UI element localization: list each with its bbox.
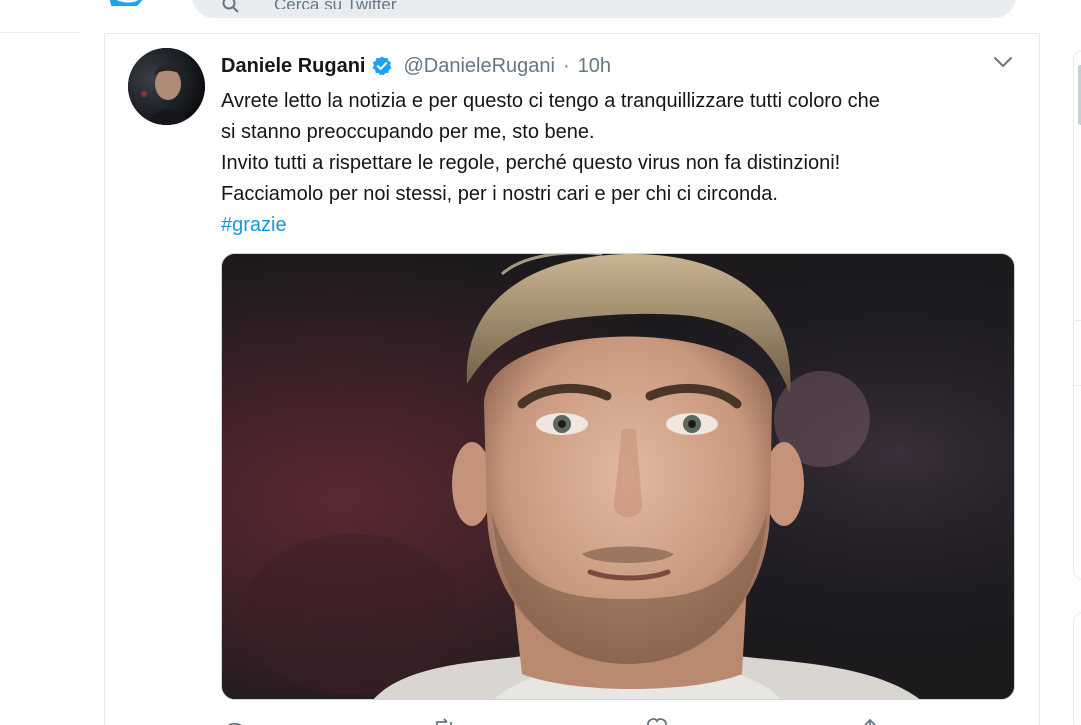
sidebar-card	[1073, 50, 1081, 580]
avatar[interactable]	[128, 48, 205, 125]
tweet-text: Avrete letto la notizia e per questo ci …	[221, 86, 1021, 241]
share-icon[interactable]	[859, 718, 881, 725]
tweet-header: Daniele Rugani @DanieleRugani · 10h	[221, 53, 611, 79]
tweet-text-line: Facciamolo per noi stessi, per i nostri …	[221, 183, 778, 205]
divider	[1073, 320, 1081, 321]
verified-badge-icon	[373, 56, 392, 76]
chevron-down-icon[interactable]	[992, 54, 1014, 70]
search-bar[interactable]: Cerca su Twitter	[192, 0, 1016, 18]
author-name[interactable]: Daniele Rugani	[221, 55, 365, 78]
twitter-timeline-page: Cerca su Twitter Daniele Rugani	[0, 0, 1081, 725]
player-portrait-image	[222, 254, 1014, 699]
tweet-text-line: si stanno preoccupando per me, sto bene.	[221, 121, 595, 143]
retweet-icon[interactable]	[433, 718, 455, 725]
search-placeholder: Cerca su Twitter	[274, 0, 397, 9]
tweet-photo[interactable]	[221, 253, 1015, 700]
like-icon[interactable]	[646, 718, 668, 725]
search-icon	[222, 0, 239, 13]
divider	[1073, 385, 1081, 386]
tweet-text-line: Avrete letto la notizia e per questo ci …	[221, 90, 880, 112]
divider	[0, 32, 80, 33]
tweet-actions	[221, 712, 921, 725]
tweet-text-line: Invito tutti a rispettare le regole, per…	[221, 152, 841, 174]
reply-icon[interactable]	[223, 718, 245, 725]
author-handle[interactable]: @DanieleRugani	[403, 55, 555, 78]
twitter-logo-icon[interactable]	[104, 0, 148, 6]
tweet-timestamp[interactable]: 10h	[578, 55, 611, 78]
avatar-image	[128, 48, 205, 125]
separator: ·	[563, 54, 570, 77]
sidebar-card	[1073, 612, 1081, 725]
hashtag-link[interactable]: #grazie	[221, 214, 287, 236]
